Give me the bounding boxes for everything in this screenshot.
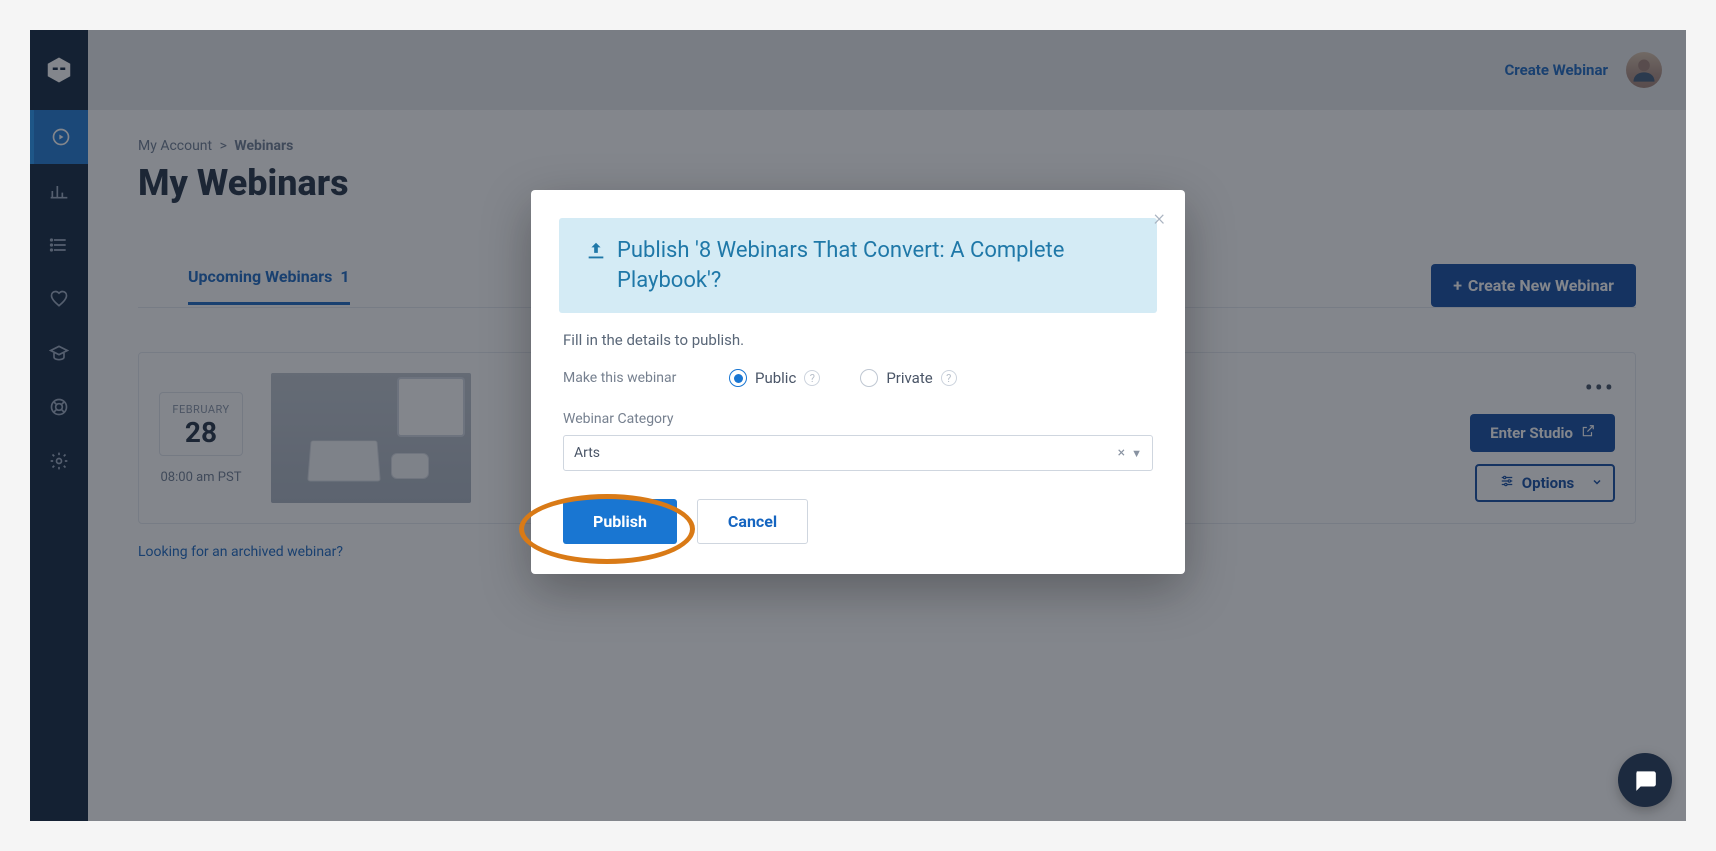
- radio-public[interactable]: Public ?: [729, 369, 820, 387]
- publish-modal: × Publish '8 Webinars That Convert: A Co…: [531, 190, 1185, 574]
- modal-subtitle: Fill in the details to publish.: [563, 331, 1153, 349]
- category-selected-value: Arts: [574, 445, 600, 461]
- cancel-button[interactable]: Cancel: [697, 499, 808, 544]
- upload-icon: [585, 240, 607, 262]
- radio-public-input[interactable]: [729, 369, 747, 387]
- chat-launcher[interactable]: [1618, 753, 1672, 807]
- chat-icon: [1632, 767, 1658, 793]
- help-icon[interactable]: ?: [804, 370, 820, 386]
- radio-private-input[interactable]: [860, 369, 878, 387]
- modal-title: Publish '8 Webinars That Convert: A Comp…: [617, 236, 1131, 295]
- visibility-row: Make this webinar Public ? Private ?: [563, 369, 1153, 387]
- modal-close-button[interactable]: ×: [1153, 208, 1165, 230]
- radio-private-label: Private: [886, 369, 932, 387]
- visibility-label: Make this webinar: [563, 370, 693, 386]
- category-label: Webinar Category: [563, 411, 1153, 427]
- category-clear[interactable]: ×: [1118, 445, 1125, 461]
- modal-banner: Publish '8 Webinars That Convert: A Comp…: [559, 218, 1157, 313]
- chevron-down-icon: ▼: [1131, 447, 1142, 460]
- help-icon[interactable]: ?: [941, 370, 957, 386]
- category-select[interactable]: Arts × ▼: [563, 435, 1153, 471]
- publish-button[interactable]: Publish: [563, 499, 677, 544]
- radio-public-label: Public: [755, 369, 796, 387]
- radio-private[interactable]: Private ?: [860, 369, 956, 387]
